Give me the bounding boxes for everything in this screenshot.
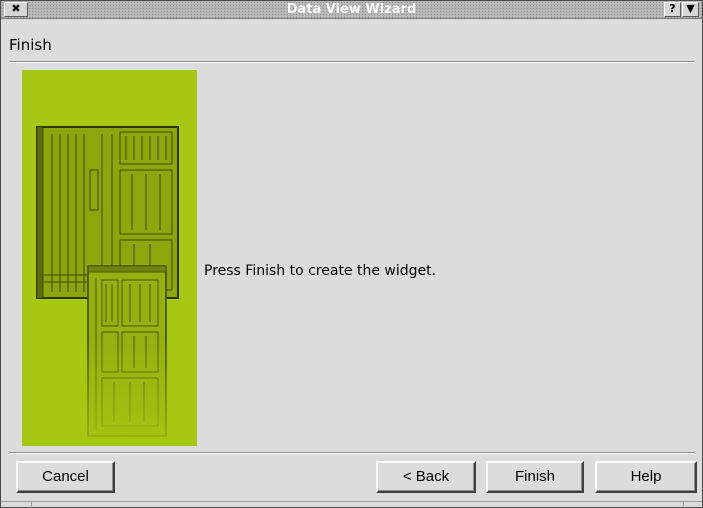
- title-bar[interactable]: ✖ Data View Wizard ? ▼: [1, 1, 702, 19]
- resize-grip-right[interactable]: [683, 502, 684, 508]
- wizard-side-image: [22, 70, 197, 446]
- footer-divider: [9, 452, 695, 454]
- window-bottom-edge: [1, 501, 702, 508]
- finish-message: Press Finish to create the widget.: [204, 263, 437, 279]
- wizard-dialog: ✖ Data View Wizard ? ▼ Finish Press Fini…: [0, 0, 703, 508]
- resize-grip-left[interactable]: [31, 502, 32, 508]
- triangle-down-icon: ▼: [686, 2, 695, 15]
- context-help-button[interactable]: ?: [664, 2, 681, 17]
- close-icon: ✖: [11, 2, 21, 15]
- question-mark-icon: ?: [669, 2, 676, 15]
- back-button[interactable]: < Back: [376, 461, 476, 493]
- help-button[interactable]: Help: [595, 461, 697, 493]
- finish-button[interactable]: Finish: [486, 461, 584, 493]
- window-title: Data View Wizard: [286, 2, 417, 17]
- wizard-forms-illustration-icon: [36, 126, 182, 446]
- page-title: Finish: [9, 36, 52, 54]
- close-window-button[interactable]: ✖: [4, 2, 28, 17]
- header-divider: [9, 61, 695, 63]
- cancel-button[interactable]: Cancel: [16, 461, 115, 493]
- window-menu-button[interactable]: ▼: [682, 2, 699, 17]
